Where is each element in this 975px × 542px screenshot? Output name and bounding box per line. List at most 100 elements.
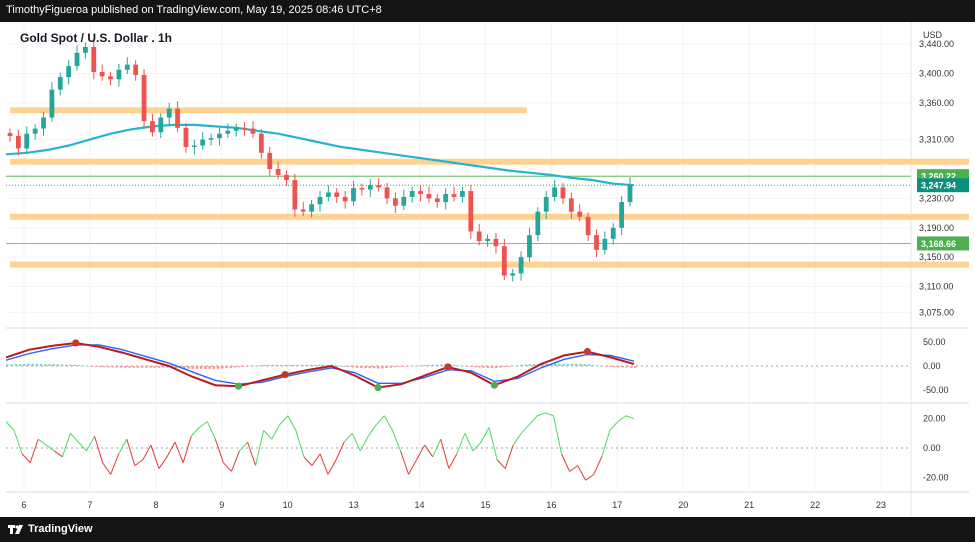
momentum-segment xyxy=(158,456,168,469)
histogram-bar xyxy=(376,366,380,369)
momentum-segment xyxy=(94,436,104,463)
histogram-bar xyxy=(334,365,338,367)
histogram-bar xyxy=(351,366,355,368)
histogram-bar xyxy=(35,363,39,366)
momentum-segment xyxy=(61,433,71,457)
candle-body xyxy=(200,139,206,146)
histogram-bar xyxy=(566,363,570,366)
histogram-bar xyxy=(612,366,616,368)
momentum-segment xyxy=(424,444,434,458)
momentum-tick-label: -20.00 xyxy=(923,472,949,482)
histogram-bar xyxy=(292,364,296,366)
histogram-bar xyxy=(511,365,515,367)
candle-body xyxy=(460,191,465,197)
histogram-bar xyxy=(617,366,620,368)
x-tick-label: 17 xyxy=(612,500,622,510)
momentum-segment xyxy=(118,438,128,455)
x-tick-label: 22 xyxy=(810,500,820,510)
candle-body xyxy=(225,130,231,134)
candle-body xyxy=(217,133,222,139)
y-tick-label: 3,360.00 xyxy=(919,98,954,108)
histogram-bar xyxy=(250,365,254,367)
momentum-segment xyxy=(617,415,627,423)
plot-area[interactable]: 6 7 8 9 10 13 14 15 16 17 20 21 22 23 3,440.00 3,400.00… xyxy=(5,22,975,517)
candle-body xyxy=(158,117,164,133)
momentum-segment xyxy=(343,432,353,443)
y-tick-label: 3,075.00 xyxy=(919,307,954,317)
histogram-bar xyxy=(343,366,346,367)
histogram-bar xyxy=(157,366,161,368)
histogram-bar xyxy=(220,366,224,369)
candle-body xyxy=(577,211,583,217)
histogram-bar xyxy=(10,364,13,366)
candle-body xyxy=(300,209,306,212)
momentum-segment xyxy=(520,424,530,434)
histogram-bar xyxy=(515,365,519,366)
candle-body xyxy=(443,193,449,203)
support-resistance-zone xyxy=(10,158,975,165)
candle-body xyxy=(351,188,356,202)
candle-body xyxy=(552,187,557,197)
candle-body xyxy=(493,238,499,247)
candle-body xyxy=(317,196,323,205)
candle-body xyxy=(108,76,113,80)
histogram-bar xyxy=(119,366,123,368)
candle-body xyxy=(325,192,331,197)
chart-svg[interactable]: 6 7 8 9 10 13 14 15 16 17 20 21 22 23 3,440.00 3,400.00… xyxy=(5,22,975,517)
histogram-bar xyxy=(608,366,612,367)
candle-body xyxy=(602,238,608,250)
momentum-segment xyxy=(383,415,393,431)
histogram-bar xyxy=(469,366,473,367)
momentum-segment xyxy=(545,412,554,417)
histogram-bar xyxy=(528,364,532,366)
momentum-segment xyxy=(593,456,603,475)
histogram-bar xyxy=(60,364,64,366)
candle-body xyxy=(292,180,298,210)
candle-body xyxy=(619,202,625,228)
histogram-bar xyxy=(115,366,119,368)
momentum-segment xyxy=(496,459,506,469)
candle-body xyxy=(468,191,474,232)
momentum-segment xyxy=(537,412,546,417)
histogram-bar xyxy=(48,364,51,366)
histogram-bar xyxy=(427,364,431,366)
histogram-bar xyxy=(360,366,363,368)
candle-body xyxy=(359,188,365,190)
histogram-bar xyxy=(587,364,591,366)
histogram-bar xyxy=(208,366,211,369)
histogram-bar xyxy=(347,366,350,367)
histogram-bar xyxy=(414,365,418,367)
momentum-segment xyxy=(166,441,176,458)
histogram-bar xyxy=(596,365,599,367)
y-tick-label: 3,440.00 xyxy=(919,39,954,49)
momentum-segment xyxy=(335,441,345,460)
momentum-segment xyxy=(504,444,514,469)
candle-body xyxy=(208,138,214,140)
histogram-bar xyxy=(402,366,405,367)
histogram-bar xyxy=(140,366,144,368)
histogram-bar xyxy=(579,364,582,366)
momentum-segment xyxy=(432,438,442,458)
y-tick-label: 3,230.00 xyxy=(919,193,954,203)
y-tick-label: 3,310.00 xyxy=(919,135,954,145)
histogram-bar xyxy=(111,366,114,368)
histogram-bar xyxy=(187,366,190,369)
candle-body xyxy=(585,216,591,236)
momentum-segment xyxy=(5,421,15,431)
histogram-bar xyxy=(102,366,106,368)
candle-body xyxy=(133,64,139,75)
candle-body xyxy=(124,64,130,70)
histogram-bar xyxy=(368,366,372,369)
momentum-segment xyxy=(295,430,305,457)
candle-body xyxy=(560,187,566,199)
histogram-bar xyxy=(288,364,291,366)
candle-body xyxy=(284,174,289,181)
x-tick-label: 14 xyxy=(415,500,425,510)
candle-body xyxy=(476,231,482,242)
histogram-bar xyxy=(423,364,426,366)
candle-body xyxy=(518,257,524,274)
candle-body xyxy=(49,89,55,118)
histogram-bar xyxy=(296,364,300,366)
candle-body xyxy=(7,132,13,136)
candle-body xyxy=(309,204,315,212)
